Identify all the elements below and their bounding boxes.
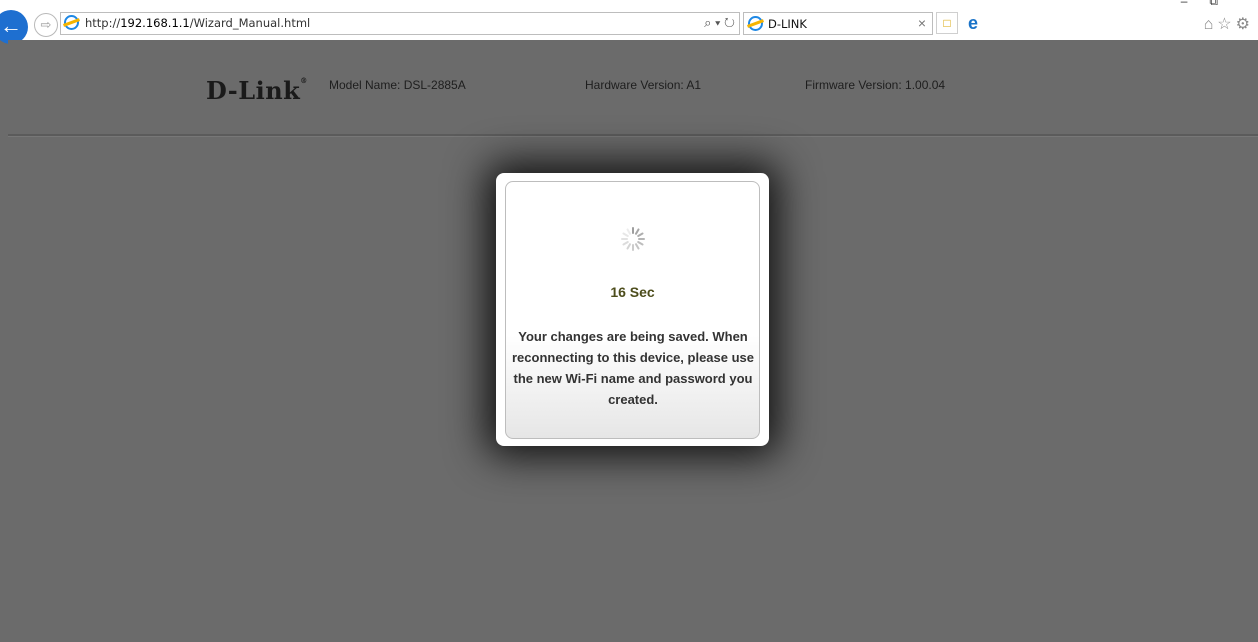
url-text[interactable]: http://192.168.1.1/Wizard_Manual.html	[85, 16, 310, 30]
window-controls[interactable]: –⧉	[1181, 0, 1240, 9]
tab-dlink[interactable]: D-LINK ×	[743, 12, 933, 35]
tab-title: D-LINK	[768, 17, 807, 31]
firmware-version: Firmware Version: 1.00.04	[805, 78, 946, 92]
countdown-timer: 16 Sec	[610, 284, 655, 300]
router-page: D-Link® Model Name: DSL-2885A Hardware V…	[8, 40, 1258, 642]
address-bar[interactable]: http://192.168.1.1/Wizard_Manual.html ⌕ …	[60, 12, 740, 35]
forward-arrow-icon[interactable]: ⇨	[34, 13, 58, 37]
model-name: Model Name: DSL-2885A	[329, 78, 466, 92]
edge-icon[interactable]: e	[962, 12, 984, 34]
dlink-logo: D-Link®	[206, 76, 308, 105]
saving-dialog: 16 Sec Your changes are being saved. Whe…	[496, 173, 769, 446]
search-refresh-icons[interactable]: ⌕ ▾ ↻	[704, 15, 735, 31]
new-tab-icon[interactable]: □	[936, 12, 958, 34]
page-header: D-Link® Model Name: DSL-2885A Hardware V…	[8, 40, 1258, 136]
saving-dialog-panel: 16 Sec Your changes are being saved. Whe…	[505, 181, 760, 439]
browser-chrome: ← ⇨ http://192.168.1.1/Wizard_Manual.htm…	[0, 0, 1258, 44]
saving-message: Your changes are being saved. When recon…	[511, 329, 755, 407]
home-favorites-settings-icons[interactable]: ⌂☆⚙	[1204, 14, 1254, 34]
loading-spinner-icon	[621, 227, 645, 251]
tab-ie-icon	[748, 16, 763, 31]
back-arrow-icon[interactable]: ←	[0, 10, 28, 44]
close-tab-icon[interactable]: ×	[918, 15, 926, 31]
hardware-version: Hardware Version: A1	[585, 78, 702, 92]
ie-favicon-icon	[64, 15, 79, 30]
